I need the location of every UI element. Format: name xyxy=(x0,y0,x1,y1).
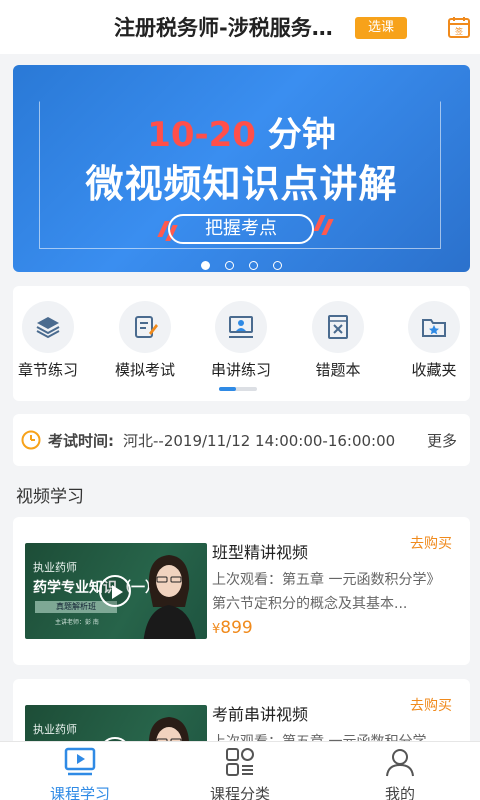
exam-more-link[interactable]: 更多 xyxy=(427,430,457,451)
course-title[interactable]: 班型精讲视频 xyxy=(212,539,308,563)
wrong-answer-book-icon xyxy=(312,301,364,353)
carousel-dot[interactable] xyxy=(200,261,210,270)
carousel-dot[interactable] xyxy=(224,261,234,270)
presentation-icon xyxy=(215,301,267,353)
section-title-video: 视频学习 xyxy=(16,487,84,507)
top-bar: 注册税务师-涉税服务… 选课 签 xyxy=(0,0,480,54)
banner-subheadline: 微视频知识点讲解 xyxy=(85,162,398,206)
nav-tab-label: 课程分类 xyxy=(209,785,270,800)
buy-link[interactable]: 去购买 xyxy=(410,695,452,715)
nav-tab-mine[interactable]: 我的 xyxy=(350,747,450,800)
exam-time-bar[interactable]: 考试时间: 河北--2019/11/12 14:00:00-16:00:00 更… xyxy=(13,414,470,466)
nav-tab-course-study[interactable]: 课程学习 xyxy=(30,747,130,800)
video-play-icon xyxy=(64,747,96,776)
clock-icon xyxy=(21,430,41,450)
thumb-tag: 执业药师 xyxy=(33,561,77,574)
course-card[interactable]: 执业药师 药学专业知识（一） 真题解析班 主讲老师：彭 南 班型精讲视频 去购买… xyxy=(13,517,470,665)
nav-tab-label: 我的 xyxy=(384,785,415,800)
star-folder-icon xyxy=(408,301,460,353)
play-button-icon[interactable] xyxy=(99,575,131,607)
scroll-indicator-fill xyxy=(219,387,236,391)
quick-menu-scroll-indicator xyxy=(219,387,257,391)
quick-item-label: 错题本 xyxy=(315,361,361,379)
buy-link[interactable]: 去购买 xyxy=(410,533,452,553)
quick-item-label: 串讲练习 xyxy=(210,361,271,379)
quick-item-label: 收藏夹 xyxy=(411,361,457,379)
bottom-navigation: 课程学习 课程分类 我的 xyxy=(0,741,480,800)
quick-item-mock-exam[interactable]: 模拟考试 xyxy=(105,301,185,380)
nav-tab-label: 课程学习 xyxy=(49,785,110,800)
quick-item-label: 模拟考试 xyxy=(114,361,175,379)
price-value: 899 xyxy=(220,618,253,638)
user-profile-icon xyxy=(386,749,414,777)
banner-headline-unit: 分钟 xyxy=(267,115,336,155)
carousel-dot[interactable] xyxy=(249,261,259,270)
course-title[interactable]: 考前串讲视频 xyxy=(212,701,308,725)
layers-icon xyxy=(22,301,74,353)
carousel-indicator xyxy=(13,255,470,272)
quick-item-wrong-book[interactable]: 错题本 xyxy=(298,301,378,380)
quick-menu: 章节练习 模拟考试 串讲练习 错题本 收藏夹 xyxy=(13,286,470,401)
carousel-dot[interactable] xyxy=(273,261,283,270)
banner-headline-number: 10-20 xyxy=(147,115,256,155)
category-grid-icon xyxy=(226,748,254,776)
nav-tab-course-category[interactable]: 课程分类 xyxy=(190,747,290,800)
promo-banner[interactable]: 10-20 分钟 微视频知识点讲解 把握考点 xyxy=(13,65,470,272)
select-course-button[interactable]: 选课 xyxy=(355,17,407,39)
edit-paper-icon xyxy=(119,301,171,353)
page-title[interactable]: 注册税务师-涉税服务… xyxy=(114,12,352,42)
quick-item-label: 章节练习 xyxy=(17,361,78,379)
thumb-tag: 执业药师 xyxy=(33,723,77,736)
exam-time-value: 河北--2019/11/12 14:00:00-16:00:00 xyxy=(123,432,396,450)
banner-pill: 把握考点 xyxy=(168,214,314,244)
course-last-watched: 上次观看：第五章 一元函数积分学》 第六节定积分的概念及其基本... xyxy=(212,568,452,616)
course-price: ¥899 xyxy=(212,618,253,638)
thumb-teacher: 主讲老师：彭 南 xyxy=(55,619,99,626)
sign-in-calendar-icon[interactable]: 签 xyxy=(447,15,471,39)
quick-item-review-practice[interactable]: 串讲练习 xyxy=(201,301,281,380)
quick-item-favorites[interactable]: 收藏夹 xyxy=(394,301,474,380)
svg-text:签: 签 xyxy=(455,26,463,36)
course-thumbnail[interactable]: 执业药师 药学专业知识（一） 真题解析班 主讲老师：彭 南 xyxy=(25,543,207,639)
teacher-portrait xyxy=(143,555,196,639)
quick-item-chapter-practice[interactable]: 章节练习 xyxy=(8,301,88,380)
last-watched-line1: 上次观看：第五章 一元函数积分学》 xyxy=(212,572,441,588)
banner-headline: 10-20 分钟 xyxy=(13,107,470,156)
exam-time-label: 考试时间: xyxy=(48,432,114,450)
last-watched-line2: 第六节定积分的概念及其基本... xyxy=(212,596,408,612)
